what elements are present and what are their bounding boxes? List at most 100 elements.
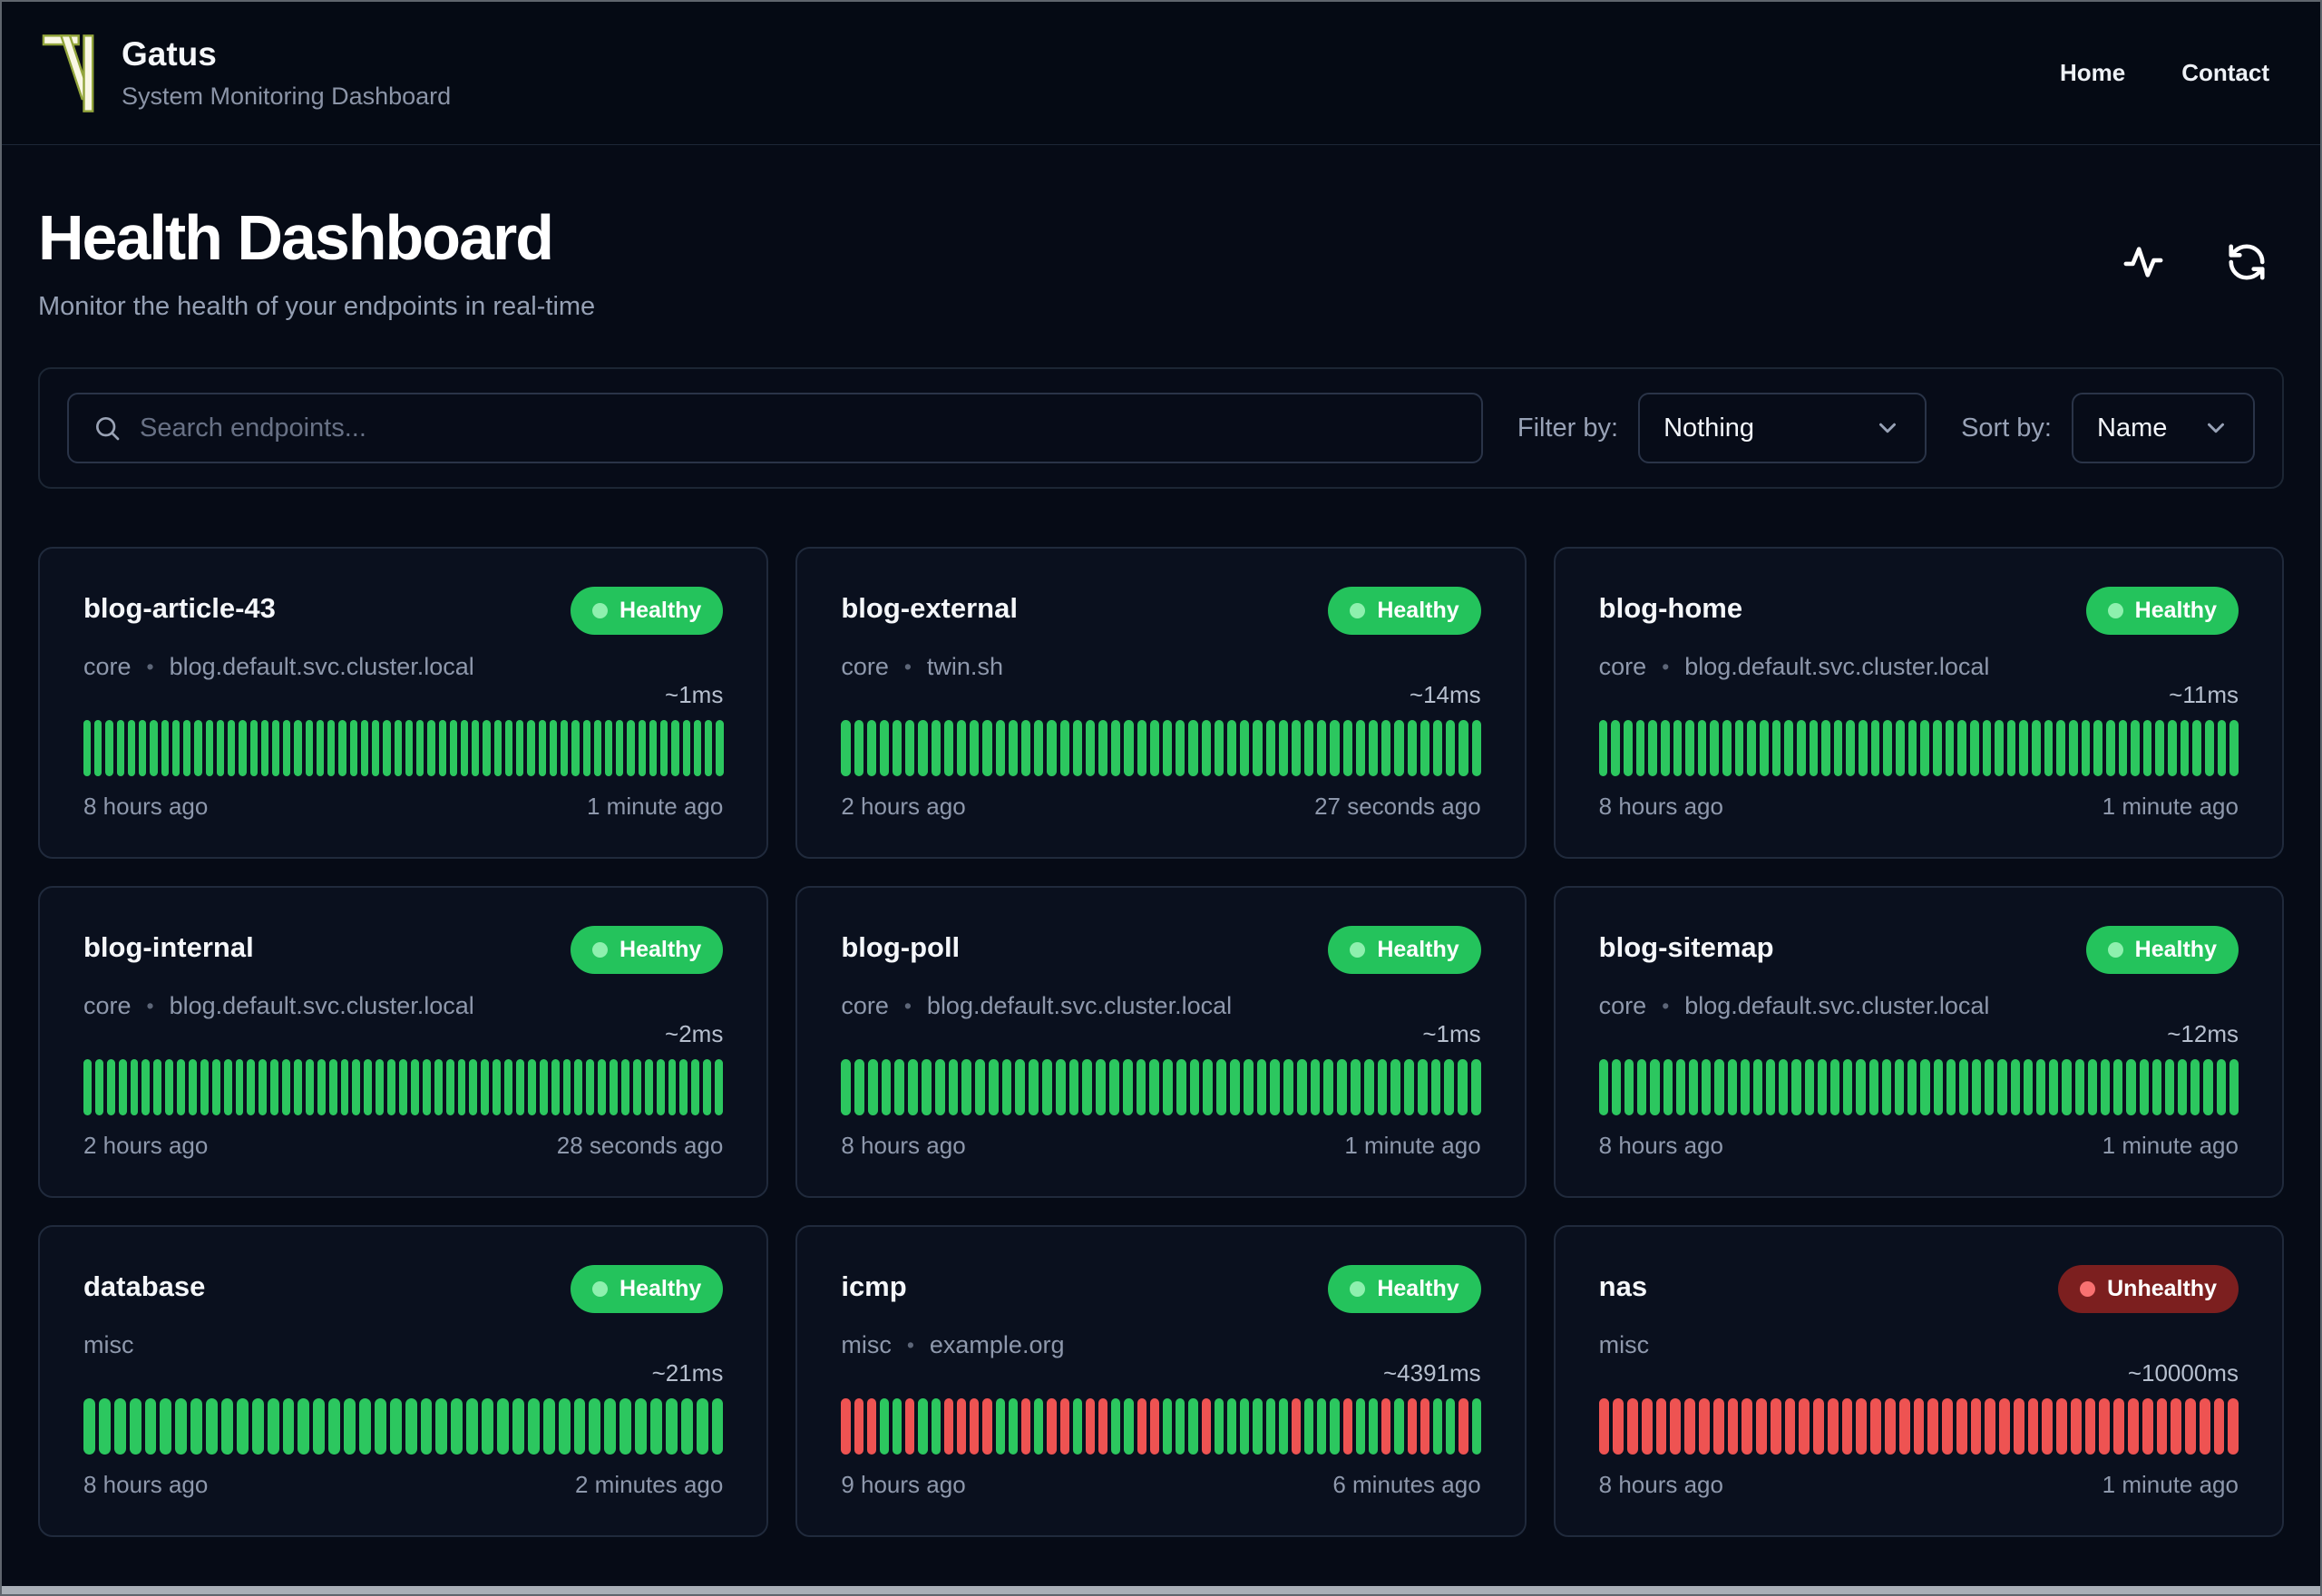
uptime-bar — [671, 720, 679, 776]
card-times: 8 hours ago 2 minutes ago — [83, 1471, 723, 1499]
uptime-bar — [1972, 1059, 1982, 1115]
endpoint-card[interactable]: icmp Healthy misc • example.org ~4391ms … — [795, 1225, 1527, 1537]
endpoint-card[interactable]: blog-poll Healthy core • blog.default.sv… — [795, 886, 1527, 1198]
uptime-bar — [1650, 1059, 1660, 1115]
refresh-icon[interactable] — [2226, 241, 2268, 283]
endpoint-card[interactable]: blog-internal Healthy core • blog.defaul… — [38, 886, 769, 1198]
uptime-bar — [1623, 720, 1633, 776]
uptime-bar — [620, 1059, 629, 1115]
uptime-bar — [1072, 720, 1082, 776]
uptime-bar — [1047, 1398, 1057, 1455]
uptime-bar — [2168, 720, 2177, 776]
uptime-bar — [716, 720, 724, 776]
gatus-logo-icon — [42, 34, 94, 112]
endpoint-group: core — [1598, 992, 1647, 1019]
uptime-bar — [1008, 720, 1018, 776]
endpoint-host: blog.default.svc.cluster.local — [1684, 653, 1990, 680]
uptime-bars — [841, 1059, 1481, 1115]
uptime-bar — [943, 720, 954, 776]
uptime-bar — [338, 720, 346, 776]
uptime-bar — [1149, 1059, 1160, 1115]
uptime-bar — [1420, 720, 1429, 776]
uptime-bar — [854, 1059, 864, 1115]
uptime-bar — [1913, 1398, 1925, 1455]
endpoint-card[interactable]: nas Unhealthy misc ~10000ms 8 hours ago … — [1553, 1225, 2284, 1537]
uptime-bar — [2013, 1398, 2024, 1455]
status-label: Healthy — [620, 1276, 702, 1301]
card-times: 8 hours ago 1 minute ago — [1599, 1132, 2239, 1160]
uptime-bar — [1459, 720, 1468, 776]
endpoint-card[interactable]: blog-sitemap Healthy core • blog.default… — [1553, 886, 2284, 1198]
uptime-bar — [1784, 720, 1793, 776]
uptime-bar — [1843, 1059, 1853, 1115]
uptime-bar — [1304, 1398, 1314, 1455]
uptime-bar — [1956, 1398, 1967, 1455]
uptime-bar — [1856, 1059, 1866, 1115]
uptime-bar — [696, 1398, 708, 1455]
endpoint-host: blog.default.svc.cluster.local — [169, 992, 474, 1019]
uptime-bar — [982, 720, 992, 776]
card-header: nas Unhealthy — [1599, 1265, 2239, 1313]
endpoint-card[interactable]: blog-article-43 Healthy core • blog.defa… — [38, 547, 769, 859]
activity-icon[interactable] — [2122, 241, 2164, 283]
uptime-bar — [376, 1059, 385, 1115]
endpoint-group: misc — [1598, 1331, 1650, 1358]
uptime-bar — [2113, 1059, 2123, 1115]
uptime-bar — [922, 1059, 932, 1115]
endpoint-name: blog-poll — [841, 931, 961, 963]
uptime-bar — [620, 1398, 632, 1455]
uptime-bar — [1394, 720, 1404, 776]
uptime-bar — [451, 1398, 463, 1455]
uptime-bar — [905, 1398, 915, 1455]
uptime-bar — [493, 720, 502, 776]
uptime-bar — [2164, 1059, 2175, 1115]
endpoint-card[interactable]: blog-external Healthy core • twin.sh ~14… — [795, 547, 1527, 859]
uptime-bars — [83, 1398, 724, 1455]
uptime-bar — [1796, 720, 1806, 776]
endpoint-group: core — [83, 653, 132, 680]
uptime-bar — [130, 1059, 139, 1115]
latency-value: ~12ms — [2167, 1020, 2239, 1047]
uptime-bars — [841, 1398, 1481, 1455]
uptime-bar — [153, 1059, 162, 1115]
uptime-bar — [481, 1059, 490, 1115]
uptime-bars — [1598, 1398, 2239, 1455]
uptime-bar — [1958, 1059, 1969, 1115]
uptime-bar — [1216, 1059, 1226, 1115]
sort-select[interactable]: Name — [2072, 393, 2255, 463]
oldest-timestamp: 8 hours ago — [1598, 1471, 1723, 1498]
card-header: blog-home Healthy — [1599, 587, 2239, 635]
uptime-bar — [105, 720, 113, 776]
uptime-bar — [445, 1059, 454, 1115]
uptime-bar — [893, 1398, 902, 1455]
uptime-bar — [841, 720, 851, 776]
uptime-bar — [705, 720, 713, 776]
latency-value: ~1ms — [1422, 1020, 1481, 1047]
uptime-bar — [2216, 1059, 2226, 1115]
uptime-bar — [943, 1398, 954, 1455]
uptime-bar — [2229, 720, 2239, 776]
uptime-bar — [1827, 1398, 1839, 1455]
filter-select[interactable]: Nothing — [1638, 393, 1927, 463]
uptime-bar — [2036, 1059, 2046, 1115]
uptime-bar — [1042, 1059, 1052, 1115]
uptime-bar — [1809, 720, 1819, 776]
uptime-bar — [160, 1398, 172, 1455]
nav-home-link[interactable]: Home — [2060, 59, 2125, 87]
uptime-bar — [1675, 1059, 1685, 1115]
search-input[interactable] — [140, 413, 1458, 443]
endpoint-host: blog.default.svc.cluster.local — [926, 992, 1233, 1019]
uptime-bar — [1637, 1059, 1647, 1115]
uptime-bar — [344, 1398, 356, 1455]
nav-contact-link[interactable]: Contact — [2181, 59, 2269, 87]
uptime-bar — [2093, 720, 2102, 776]
uptime-bar — [2229, 1059, 2239, 1115]
uptime-bar — [539, 1059, 548, 1115]
uptime-bar — [1898, 1398, 1910, 1455]
uptime-bar — [1458, 1059, 1468, 1115]
endpoint-card[interactable]: database Healthy misc ~21ms 8 hours ago … — [38, 1225, 769, 1537]
uptime-bar — [1085, 720, 1096, 776]
newest-timestamp: 1 minute ago — [587, 793, 724, 820]
uptime-bar — [931, 1398, 941, 1455]
endpoint-card[interactable]: blog-home Healthy core • blog.default.sv… — [1553, 547, 2284, 859]
